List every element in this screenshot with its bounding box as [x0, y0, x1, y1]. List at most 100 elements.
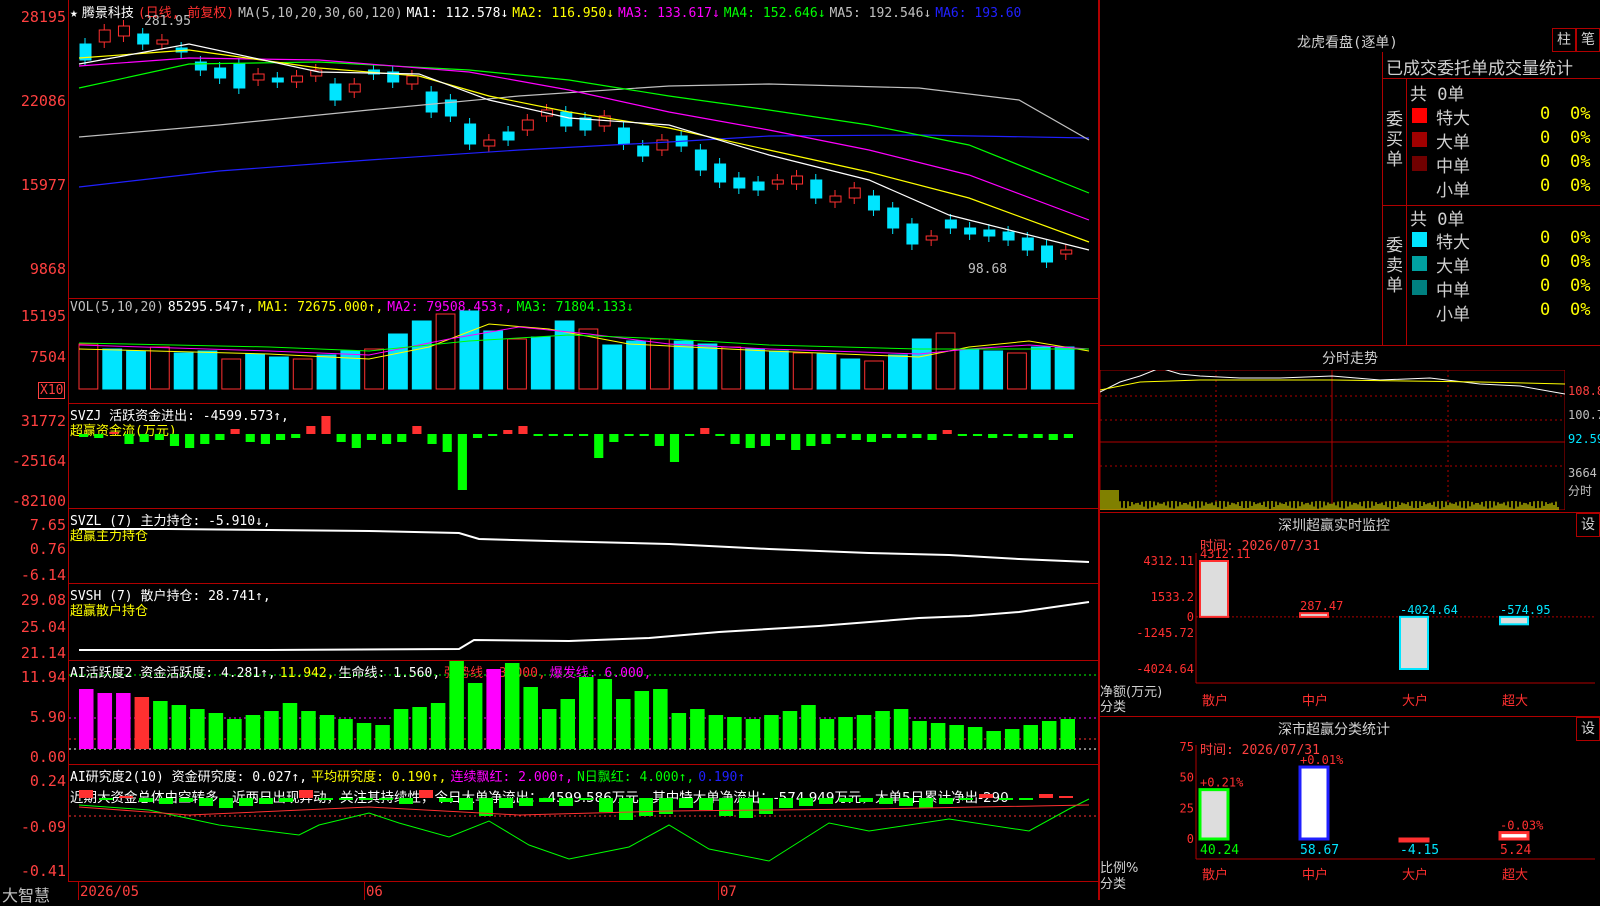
ai-active-bar	[912, 721, 927, 749]
candle-body	[425, 91, 438, 113]
candle-body	[829, 195, 842, 203]
sz-class-panel[interactable]: 深市超赢分类统计 设 时间: 2026/07/31 比例% 分类 75 50 25 0…	[1100, 717, 1600, 900]
class-bar	[1198, 788, 1230, 841]
row-value: 0	[1540, 176, 1551, 196]
svzj-bar	[609, 434, 619, 442]
monitor-bar	[1299, 612, 1329, 618]
volume-bar	[649, 338, 670, 390]
candle-body	[771, 179, 784, 185]
sz-monitor-chart: 4312.11 1533.2 0 -1245.72 -4024.64 4312.11 散户 2…	[1136, 547, 1595, 709]
price-tick-4: 9868	[29, 260, 66, 278]
research-bar	[399, 798, 413, 804]
svzj-bar	[382, 434, 392, 444]
candle-body	[656, 139, 669, 151]
tick-mode-button[interactable]: 笔	[1576, 28, 1600, 52]
volume-bar	[1054, 346, 1075, 390]
research-bar	[519, 798, 533, 806]
price-tick-3: 15977	[20, 176, 66, 194]
research-bar	[719, 798, 733, 816]
volume-bar	[697, 343, 718, 390]
svzj-bar	[760, 434, 770, 446]
svzj-bar	[488, 434, 498, 436]
row-name: 特大	[1436, 233, 1470, 253]
dragon-panel[interactable]: 龙虎看盘(逐单) 柱 笔 已成交委托单成交量统计 委买单 共 0单 特大 0 0% 大…	[1100, 0, 1600, 346]
svzl-tick-1: 7.65	[29, 516, 66, 534]
volume-bar	[530, 336, 551, 390]
svzj-bar	[730, 434, 740, 444]
color-square	[1412, 132, 1427, 147]
ai-active-bar	[819, 719, 835, 749]
research-bar	[299, 790, 313, 798]
volume-bar	[816, 353, 837, 390]
volume-bars	[78, 310, 1090, 390]
svzj-bar	[654, 434, 664, 446]
monitor-category: 中户	[1302, 693, 1328, 709]
row-pct: 0%	[1570, 228, 1591, 248]
research-bar	[959, 798, 973, 800]
svsh-polyline	[79, 601, 1090, 651]
row-value: 0	[1540, 252, 1551, 272]
row-name: 大单	[1436, 257, 1470, 277]
chart-area[interactable]: ★ 腾景科技 (日线, 前复权) MA(5,10,20,30,60,120) MA1: …	[0, 0, 1100, 905]
candle-body	[1060, 249, 1073, 255]
volume-bar	[959, 348, 980, 390]
svzl-line	[79, 528, 1090, 563]
row-value: 0	[1540, 152, 1551, 172]
research-bar	[439, 798, 453, 802]
candle-body	[137, 33, 150, 45]
y-tick: 25	[1180, 801, 1194, 815]
candle-body	[694, 149, 707, 171]
intraday-chart	[1100, 370, 1565, 510]
research-bar	[259, 798, 273, 804]
svzj-bar	[791, 434, 801, 450]
ai-active-bar	[745, 719, 761, 749]
ai-active-bar	[319, 715, 335, 749]
candle-body	[406, 75, 419, 85]
svsh-tick-3: 21.14	[20, 644, 66, 662]
intraday-panel[interactable]: 分时走势 108.8 100.7 92.59 3664 分时	[1100, 346, 1600, 513]
svzj-bar	[185, 434, 195, 448]
research-bar	[1039, 794, 1053, 798]
ai-research-tick-3: -0.41	[20, 862, 66, 880]
svzj-bar	[260, 434, 270, 444]
sz-class-chart: 75 50 25 0 +0.21% 40.24 散户 +0.01% 58.67 中户 -4.15 大户…	[1180, 740, 1595, 883]
monitor-category: 散户	[1202, 693, 1228, 709]
row-name: 小单	[1436, 181, 1470, 201]
ai-active-bar	[486, 669, 501, 749]
ai-research-bars	[69, 790, 1098, 862]
research-bar	[79, 790, 93, 798]
candle-body	[329, 83, 342, 101]
research-bar	[339, 798, 353, 800]
svsh-line	[79, 601, 1090, 651]
class-category: 散户	[1202, 867, 1228, 883]
svzj-bar	[745, 434, 755, 448]
ma6-line	[78, 134, 1090, 188]
bar-mode-button[interactable]: 柱	[1552, 28, 1576, 52]
class-bar-label: 58.67	[1300, 843, 1339, 858]
svzj-tick-3: -82100	[11, 492, 66, 510]
monitor-bar	[1399, 615, 1429, 671]
candle-body	[1002, 231, 1015, 241]
color-square	[1412, 156, 1427, 171]
research-bar	[919, 798, 933, 808]
ai-active-bar	[301, 711, 316, 749]
dragon-divider-v2	[1406, 78, 1407, 345]
svzj-bar	[109, 432, 119, 434]
sell-label: 委卖单	[1386, 236, 1403, 296]
research-bar	[819, 798, 833, 804]
ai-active-bar	[967, 727, 983, 749]
svzj-bar	[215, 434, 225, 440]
dragon-divider-v	[1382, 52, 1383, 345]
svzj-bar	[154, 434, 164, 440]
class-bar	[1398, 837, 1430, 843]
y-tick: 50	[1180, 771, 1194, 785]
ai-active-bar	[1004, 729, 1020, 749]
sz-monitor-panel[interactable]: 深圳超赢实时监控 设 时间: 2026/07/31 净额(万元) 分类 4312…	[1100, 513, 1600, 717]
monitor-category: 超大	[1502, 694, 1528, 709]
ai-active-bar	[671, 713, 687, 749]
color-square	[1412, 256, 1427, 271]
price-tick-1: 28195	[20, 8, 66, 26]
research-bar	[679, 798, 693, 808]
ai-active-bar	[430, 703, 446, 749]
svsh-tick-2: 25.04	[20, 618, 66, 636]
